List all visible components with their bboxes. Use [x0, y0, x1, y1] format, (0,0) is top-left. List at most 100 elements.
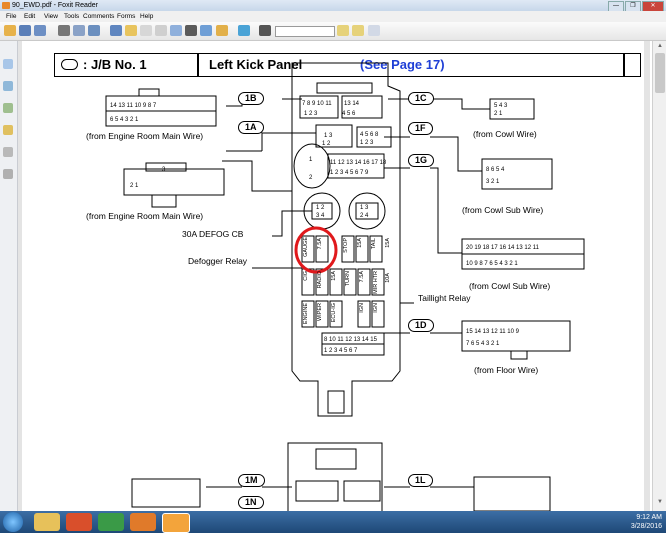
svg-text:7 6 5 4 3 2 1: 7 6 5 4 3 2 1: [466, 341, 500, 347]
scroll-down-icon[interactable]: ▼: [656, 499, 664, 507]
scrollbar-thumb[interactable]: [655, 53, 665, 93]
pdf-page: : J/B No. 1 Left Kick Panel (See Page 17…: [22, 41, 644, 511]
attachments-icon[interactable]: [3, 147, 13, 157]
document-options-icon[interactable]: [368, 25, 380, 36]
connector-tag-1m: 1M: [238, 474, 265, 487]
svg-text:1 2: 1 2: [322, 141, 331, 147]
connector-tag-1b: 1B: [238, 92, 264, 105]
select-arrow-icon[interactable]: [155, 25, 167, 36]
document-viewport[interactable]: : J/B No. 1 Left Kick Panel (See Page 17…: [18, 41, 650, 511]
foxit-app-icon: [2, 2, 10, 9]
fuse-tail-rating: 15A: [385, 238, 391, 248]
sign-icon[interactable]: [238, 25, 250, 36]
print-icon[interactable]: [58, 25, 70, 36]
svg-text:7 8 9 10 11: 7 8 9 10 11: [302, 101, 332, 107]
label-from-cowl: (from Cowl Wire): [473, 129, 537, 139]
toolbar: [0, 22, 666, 41]
menu-tools[interactable]: Tools: [64, 11, 79, 22]
open-icon[interactable]: [4, 25, 16, 36]
fuse-ign-label: IGN: [359, 303, 365, 313]
find-next-icon[interactable]: [352, 25, 364, 36]
fuse-mirhtr-rating: 10A: [385, 273, 391, 283]
svg-text:1: 1: [309, 157, 313, 163]
svg-text:2 1: 2 1: [130, 183, 139, 189]
fuse-radio-label: RADIO: [317, 271, 323, 289]
menu-file[interactable]: File: [6, 11, 16, 22]
signatures-icon[interactable]: [3, 169, 13, 179]
save-all-icon[interactable]: [34, 25, 46, 36]
fuse-radio-rating: 15A: [331, 271, 337, 281]
svg-text:8 10 11 12 13 14 15: 8 10 11 12 13 14 15: [324, 337, 378, 343]
scroll-up-icon[interactable]: ▲: [656, 43, 664, 51]
fuse-stop-label: STOP: [343, 238, 349, 253]
fuse-mirhtr-label: MIR HTR: [373, 271, 379, 294]
svg-text:14 13 11 10 9 8 7: 14 13 11 10 9 8 7: [110, 103, 157, 109]
menu-view[interactable]: View: [44, 11, 58, 22]
find-icon[interactable]: [259, 25, 271, 36]
svg-text:3 2 1: 3 2 1: [486, 179, 500, 185]
fuse-gauge-rating: 7.5A: [317, 238, 323, 250]
connector-tag-1g: 1G: [408, 154, 435, 167]
start-button[interactable]: [3, 512, 23, 532]
media-player-icon[interactable]: [66, 513, 92, 531]
label-from-cowl-sub-1: (from Cowl Sub Wire): [462, 205, 544, 215]
image-icon[interactable]: [200, 25, 212, 36]
label-from-floor: (from Floor Wire): [474, 365, 539, 375]
file-explorer-icon[interactable]: [34, 513, 60, 531]
menu-comments[interactable]: Comments: [83, 11, 114, 22]
select-text-icon[interactable]: [140, 25, 152, 36]
menu-edit[interactable]: Edit: [24, 11, 35, 22]
snapshot-icon[interactable]: [170, 25, 182, 36]
svg-text:6 5 4 3 2 1: 6 5 4 3 2 1: [110, 117, 139, 123]
menu-bar: File Edit View Tools Comments Forms Help: [0, 11, 666, 22]
svg-text:15 14 13 12 11 10 9: 15 14 13 12 11 10 9: [466, 329, 520, 335]
fuse-ecuig-label: ECU-IG: [331, 303, 337, 323]
svg-text:1 3: 1 3: [360, 205, 369, 211]
fuse-igh-label: IGN: [373, 303, 379, 313]
svg-text:4 5 6: 4 5 6: [342, 111, 356, 117]
hand-tool-icon[interactable]: [125, 25, 137, 36]
menu-help[interactable]: Help: [140, 11, 153, 22]
save-icon[interactable]: [19, 25, 31, 36]
chrome-icon[interactable]: [98, 513, 124, 531]
email-icon[interactable]: [73, 25, 85, 36]
label-from-engine-room-main-1: (from Engine Room Main Wire): [86, 131, 204, 141]
svg-text:1 2 3: 1 2 3: [360, 140, 374, 146]
label-defog-cb: 30A DEFOG CB: [182, 229, 244, 239]
svg-text:10 9 8 7 6 5 4 3 2 1: 10 9 8 7 6 5 4 3 2 1: [466, 261, 518, 267]
camera-icon[interactable]: [185, 25, 197, 36]
pages-icon[interactable]: [3, 59, 13, 69]
foxit-reader-taskbar-icon[interactable]: [162, 513, 190, 533]
comments-icon[interactable]: [3, 125, 13, 135]
connector-tag-1f: 1F: [408, 122, 433, 135]
vertical-scrollbar[interactable]: ▲ ▼: [652, 41, 666, 511]
title-bar: 90_EWD.pdf - Foxit Reader — ❐ ✕: [0, 0, 666, 12]
svg-text:2: 2: [309, 175, 313, 181]
svg-text:1 2 3 4 5 6 7 9: 1 2 3 4 5 6 7 9: [330, 170, 369, 176]
firefox-icon[interactable]: [130, 513, 156, 531]
svg-text:8 6 5 4: 8 6 5 4: [486, 167, 505, 173]
fuse-turn-rating: 7.5A: [359, 271, 365, 283]
svg-text:1 3: 1 3: [324, 133, 333, 139]
screen-icon[interactable]: [110, 25, 122, 36]
layers-icon[interactable]: [3, 103, 13, 113]
scan-icon[interactable]: [88, 25, 100, 36]
svg-text:4 5 6 8: 4 5 6 8: [360, 132, 379, 138]
search-input[interactable]: [275, 26, 335, 37]
connector-tag-1c: 1C: [408, 92, 434, 105]
fuse-cig-label: CIG: [303, 271, 309, 281]
connector-tag-1l: 1L: [408, 474, 433, 487]
svg-text:3 4: 3 4: [316, 213, 325, 219]
fuse-gauge-label: GAUGE: [303, 237, 309, 257]
label-taillight-relay: Taillight Relay: [418, 293, 471, 303]
taskbar: 9:12 AM 3/28/2016: [0, 511, 666, 533]
window-title: 90_EWD.pdf - Foxit Reader: [12, 2, 98, 9]
stamp-icon[interactable]: [216, 25, 228, 36]
fuse-turn-label: TURN: [345, 271, 351, 287]
label-defogger-relay: Defogger Relay: [188, 256, 248, 266]
system-tray[interactable]: 9:12 AM 3/28/2016: [631, 513, 662, 531]
menu-forms[interactable]: Forms: [117, 11, 135, 22]
svg-text:5 4 3: 5 4 3: [494, 103, 508, 109]
find-prev-icon[interactable]: [337, 25, 349, 36]
bookmarks-icon[interactable]: [3, 81, 13, 91]
